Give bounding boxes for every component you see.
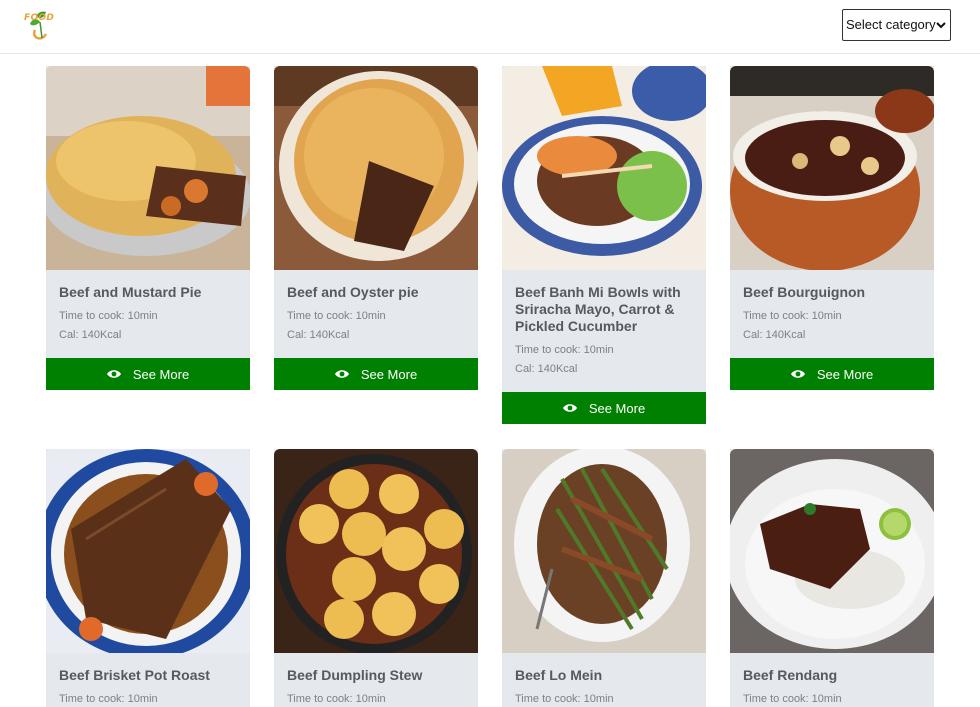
see-more-button[interactable]: See More [730,358,934,390]
cook-time: Time to cook: 10min [59,310,158,322]
cook-time: Time to cook: 10min [287,693,386,705]
chevron-down-icon [936,22,946,29]
recipe-title[interactable]: Beef Brisket Pot Roast [59,667,237,684]
cook-time: Time to cook: 10min [743,310,842,322]
eye-icon [562,404,577,412]
recipe-image[interactable] [730,66,934,270]
recipe-card: Beef Banh Mi Bowls with Sriracha Mayo, C… [502,66,706,424]
see-more-button[interactable]: See More [502,392,706,424]
recipe-image[interactable] [502,66,706,270]
calories: Cal: 140Kcal [515,363,578,375]
see-more-button[interactable]: See More [274,358,478,390]
cook-time: Time to cook: 10min [743,693,842,705]
see-more-label: See More [816,366,874,382]
recipe-image[interactable] [502,449,706,653]
recipe-image[interactable] [274,66,478,270]
category-select-value: Select category [846,17,936,32]
recipe-card: Beef and Mustard Pie Time to cook: 10min… [46,66,250,390]
eye-icon [334,370,349,378]
recipe-title[interactable]: Beef Lo Mein [515,667,693,684]
cook-time: Time to cook: 10min [287,310,386,322]
recipe-image[interactable] [274,449,478,653]
recipe-title[interactable]: Beef Rendang [743,667,921,684]
see-more-label: See More [588,400,646,416]
recipe-title[interactable]: Beef and Mustard Pie [59,284,237,301]
recipe-card: Beef Brisket Pot Roast Time to cook: 10m… [46,449,250,707]
see-more-label: See More [132,366,190,382]
recipe-title[interactable]: Beef and Oyster pie [287,284,465,301]
recipe-card: Beef Bourguignon Time to cook: 10min Cal… [730,66,934,390]
recipe-card: Beef Rendang Time to cook: 10min [730,449,934,707]
recipe-image[interactable] [46,66,250,270]
recipe-card: Beef Dumpling Stew Time to cook: 10min [274,449,478,707]
recipe-image[interactable] [46,449,250,653]
category-select[interactable]: Select category [842,9,951,41]
calories: Cal: 140Kcal [59,329,122,341]
cook-time: Time to cook: 10min [515,693,614,705]
see-more-label: See More [360,366,418,382]
recipe-card: Beef Lo Mein Time to cook: 10min [502,449,706,707]
calories: Cal: 140Kcal [743,329,806,341]
cook-time: Time to cook: 10min [59,693,158,705]
eye-icon [106,370,121,378]
logo-text: FOOD [24,13,55,23]
navbar: FOOD Select category [0,0,980,54]
recipe-image[interactable] [730,449,934,653]
recipe-title[interactable]: Beef Banh Mi Bowls with Sriracha Mayo, C… [515,284,693,335]
eye-icon [790,370,805,378]
see-more-button[interactable]: See More [46,358,250,390]
calories: Cal: 140Kcal [287,329,350,341]
cook-time: Time to cook: 10min [515,344,614,356]
recipe-title[interactable]: Beef Dumpling Stew [287,667,465,684]
recipe-title[interactable]: Beef Bourguignon [743,284,921,301]
recipe-card: Beef and Oyster pie Time to cook: 10min … [274,66,478,390]
